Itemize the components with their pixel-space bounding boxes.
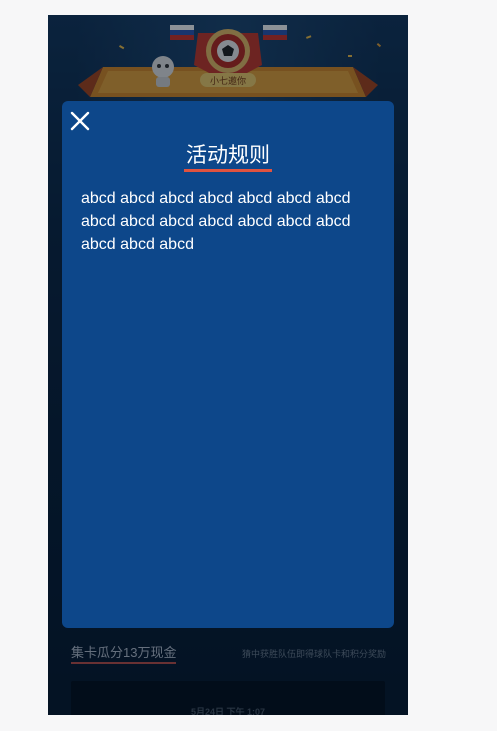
rules-modal: 活动规则 abcd abcd abcd abcd abcd abcd abcd … bbox=[62, 101, 394, 628]
viewport: 小七邀你 集卡瓜分13万现金 猜中获胜队伍即得球队卡和积分奖励 5月24日 下午… bbox=[0, 0, 497, 731]
close-button[interactable] bbox=[68, 109, 92, 133]
modal-title: 活动规则 bbox=[184, 143, 272, 172]
modal-title-wrap: 活动规则 bbox=[62, 143, 394, 172]
mobile-page: 小七邀你 集卡瓜分13万现金 猜中获胜队伍即得球队卡和积分奖励 5月24日 下午… bbox=[48, 15, 408, 715]
close-icon bbox=[70, 111, 90, 131]
modal-rules-text: abcd abcd abcd abcd abcd abcd abcd abcd … bbox=[81, 190, 351, 253]
